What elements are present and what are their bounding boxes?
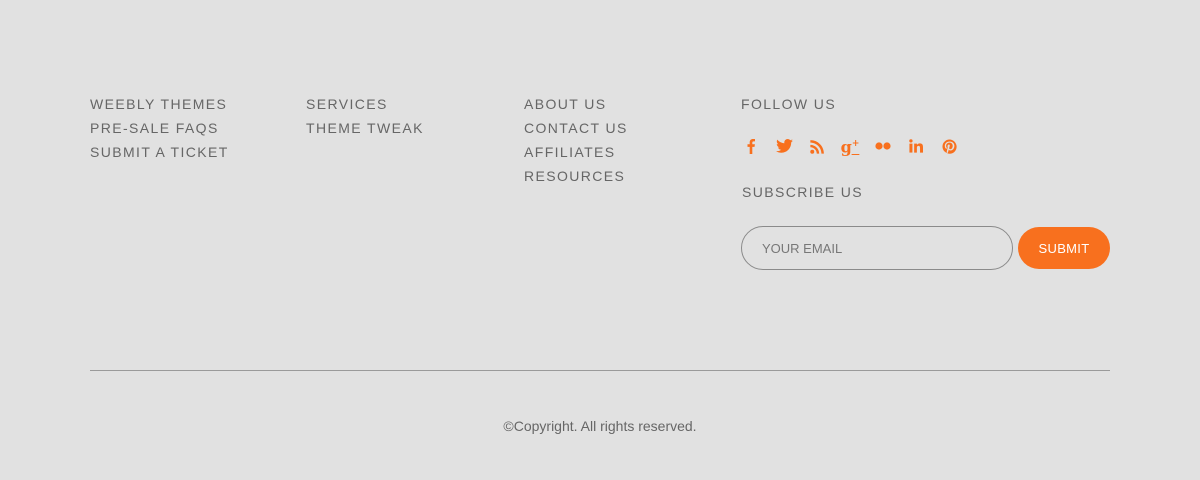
footer-column-3: ABOUT US CONTACT US AFFILIATES RESOURCES [524,94,628,190]
footer-column-1: WEEBLY THEMES PRE-SALE FAQS SUBMIT A TIC… [90,94,229,166]
email-input[interactable] [741,226,1013,270]
footer-link-item: SERVICES [306,94,424,118]
footer-link-list: WEEBLY THEMES PRE-SALE FAQS SUBMIT A TIC… [90,94,229,166]
footer-link-item: PRE-SALE FAQS [90,118,229,142]
footer-link-item: WEEBLY THEMES [90,94,229,118]
footer-link-item: AFFILIATES [524,142,628,166]
copyright-text: ©Copyright. All rights reserved. [503,418,697,434]
subscribe-form: SUBMIT [741,226,1111,270]
footer-link-item: CONTACT US [524,118,628,142]
footer-link-list: SERVICES THEME TWEAK [306,94,424,142]
rss-icon[interactable] [807,136,827,156]
footer-link-item: SUBMIT A TICKET [90,142,229,166]
link-services[interactable]: SERVICES [306,96,388,112]
link-affiliates[interactable]: AFFILIATES [524,144,616,160]
footer-link-item: RESOURCES [524,166,628,190]
footer-link-item: THEME TWEAK [306,118,424,142]
footer-link-item: ABOUT US [524,94,628,118]
facebook-icon[interactable] [741,136,761,156]
footer-column-social: FOLLOW US g+ SUBSCRIBE US YOUR EMAIL SUB… [741,94,1111,270]
link-submit-a-ticket[interactable]: SUBMIT A TICKET [90,144,229,160]
link-weebly-themes[interactable]: WEEBLY THEMES [90,96,227,112]
flickr-icon[interactable] [873,136,893,156]
link-about-us[interactable]: ABOUT US [524,96,607,112]
twitter-icon[interactable] [774,136,794,156]
link-pre-sale-faqs[interactable]: PRE-SALE FAQS [90,120,219,136]
link-resources[interactable]: RESOURCES [524,168,625,184]
social-icons: g+ [741,136,972,156]
footer-column-2: SERVICES THEME TWEAK [306,94,424,142]
follow-us-heading: FOLLOW US [741,96,837,112]
google-plus-icon[interactable]: g+ [840,136,860,156]
footer-link-list: ABOUT US CONTACT US AFFILIATES RESOURCES [524,94,628,190]
submit-button[interactable]: SUBMIT [1018,227,1110,269]
subscribe-us-heading: SUBSCRIBE US [742,184,864,200]
site-footer: WEEBLY THEMES PRE-SALE FAQS SUBMIT A TIC… [0,0,1200,480]
linkedin-icon[interactable] [906,136,926,156]
pinterest-icon[interactable] [939,136,959,156]
footer-divider [90,370,1110,371]
link-theme-tweak[interactable]: THEME TWEAK [306,120,424,136]
link-contact-us[interactable]: CONTACT US [524,120,628,136]
